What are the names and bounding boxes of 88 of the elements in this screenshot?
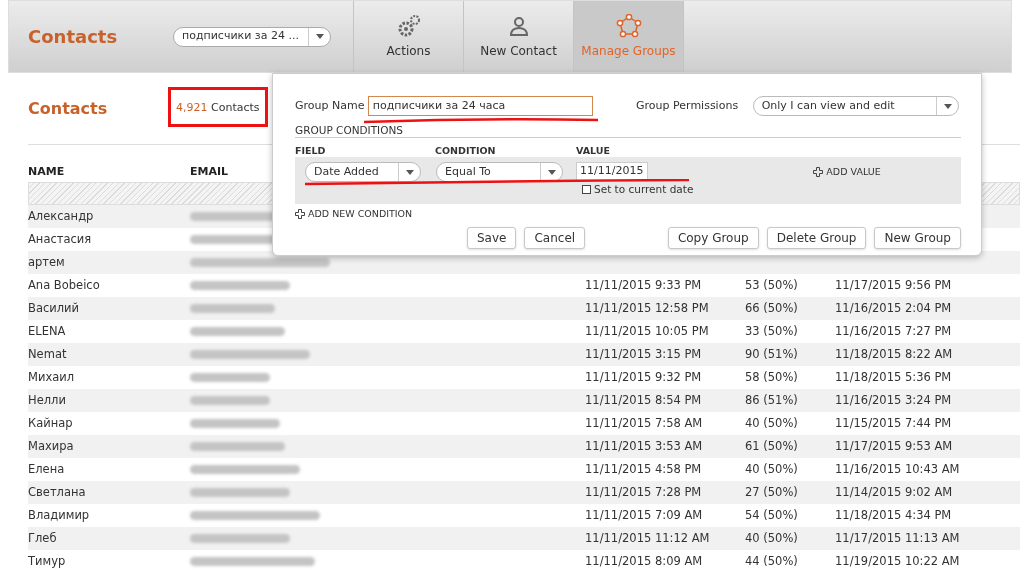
section-heading: GROUP CONDITIONS [295,124,403,136]
permissions-dropdown[interactable]: Only I can view and edit [752,96,959,116]
group-action-button[interactable]: Copy Group [667,227,759,250]
date-cell-text: 11/11/2015 9:33 PM [585,276,702,294]
score-cell-text: 58 (50%) [745,368,798,386]
add-condition-link[interactable]: ADD NEW CONDITION [295,207,413,222]
date-cell-text: 11/11/2015 9:32 PM [585,368,702,386]
score-cell-text: 40 (50%) [745,460,798,478]
score-cell-text: 27 (50%) [745,483,798,501]
name-cell-text: Светлана [28,483,86,501]
field-label: Group Name [295,97,366,114]
date-cell-text: 11/11/2015 4:58 PM [585,460,702,478]
network-icon [615,13,642,38]
column-header: CONDITION [435,145,496,156]
name-cell-text: Василий [28,299,80,317]
column-header: NAME [28,163,65,180]
name-cell-text: Глеб [28,529,57,547]
date-cell: 11/19/2015 10:22 AM [835,552,960,570]
name-cell: Тимур [28,552,66,570]
field-label: Group Permissions [636,97,740,114]
date-cell: 11/11/2015 8:09 AM [585,552,703,570]
checkbox[interactable] [582,185,591,195]
name-cell-text: Махира [28,437,74,455]
date-cell-text: 11/18/2015 5:36 PM [835,368,952,386]
name-cell-text: Нелли [28,391,66,409]
plus-icon [813,167,824,178]
toolbar-tab[interactable]: Actions [353,1,463,72]
field-dropdown[interactable]: Date Added [305,162,421,182]
score-cell-text: 86 (51%) [745,391,798,409]
score-cell-text: 90 (51%) [745,345,798,363]
score-cell-text: 33 (50%) [745,322,798,340]
section-title: Contacts [28,97,109,120]
date-cell-text: 11/11/2015 7:58 AM [585,414,703,432]
column-header: EMAIL [190,163,229,180]
condition-dropdown[interactable]: Equal To [436,162,563,182]
name-cell-text: Александр [28,207,94,225]
name-cell-text: артем [28,253,65,271]
caret-icon [943,103,952,109]
name-cell-text: Кайнар [28,414,73,432]
name-cell-text: Михаил [28,368,75,386]
checkbox-label: Set to current date [594,182,694,197]
page-title: Contacts [28,25,118,49]
name-cell-text: Владимир [28,506,90,524]
contact-count: 4,921 Contacts [176,100,260,117]
date-cell-text: 11/16/2015 7:27 PM [835,322,952,340]
date-cell-text: 11/14/2015 9:02 AM [835,483,953,501]
date-cell-text: 11/11/2015 10:05 PM [585,322,709,340]
date-cell-text: 11/11/2015 11:12 AM [585,529,710,547]
caret-icon [405,169,414,175]
date-cell-text: 11/17/2015 9:56 PM [835,276,952,294]
group-action-button[interactable]: Delete Group [766,227,867,250]
score-cell-text: 40 (50%) [745,414,798,432]
group-name-field[interactable]: подписчики за 24 часа [367,96,594,116]
name-cell-text: ELENA [28,322,66,340]
date-cell-text: 11/15/2015 7:44 PM [835,414,952,432]
date-cell-text: 11/18/2015 8:22 AM [835,345,953,363]
group-dropdown[interactable]: подписчики за 24 ... [173,26,331,47]
score-cell-text: 40 (50%) [745,529,798,547]
date-cell-text: 11/11/2015 12:58 PM [585,299,709,317]
save-button[interactable]: Save [467,227,517,250]
add-value-link[interactable]: ADD VALUE [813,165,881,180]
caret-icon [547,169,556,175]
caret-icon [315,34,324,39]
name-cell-text: Nemat [28,345,67,363]
group-action-button[interactable]: New Group [874,227,961,250]
score-cell-text: 61 (50%) [745,437,798,455]
date-cell-text: 11/11/2015 7:28 PM [585,483,702,501]
date-cell-text: 11/11/2015 7:09 AM [585,506,703,524]
score-cell-text: 53 (50%) [745,276,798,294]
date-cell-text: 11/11/2015 8:54 PM [585,391,702,409]
date-cell-text: 11/16/2015 3:24 PM [835,391,952,409]
date-cell-text: 11/18/2015 4:34 PM [835,506,952,524]
plus-icon [295,209,305,220]
name-cell-text: Ana Bobeico [28,276,100,294]
date-cell-text: 11/17/2015 9:53 AM [835,437,953,455]
date-cell-text: 11/16/2015 2:04 PM [835,299,952,317]
date-cell-text: 11/11/2015 3:53 AM [585,437,703,455]
column-header: VALUE [576,144,610,157]
date-cell-text: 11/16/2015 10:43 AM [835,460,960,478]
score-cell-text: 54 (50%) [745,506,798,524]
cancel-button[interactable]: Cancel [524,227,586,250]
date-cell-text: 11/17/2015 11:13 AM [835,529,960,547]
name-cell-text: Елена [28,460,65,478]
score-cell: 44 (50%) [745,552,798,570]
date-cell-text: 11/11/2015 3:15 PM [585,345,702,363]
column-header: FIELD [295,145,326,156]
score-cell-text: 66 (50%) [745,299,798,317]
name-cell-text: Анастасия [28,230,92,248]
